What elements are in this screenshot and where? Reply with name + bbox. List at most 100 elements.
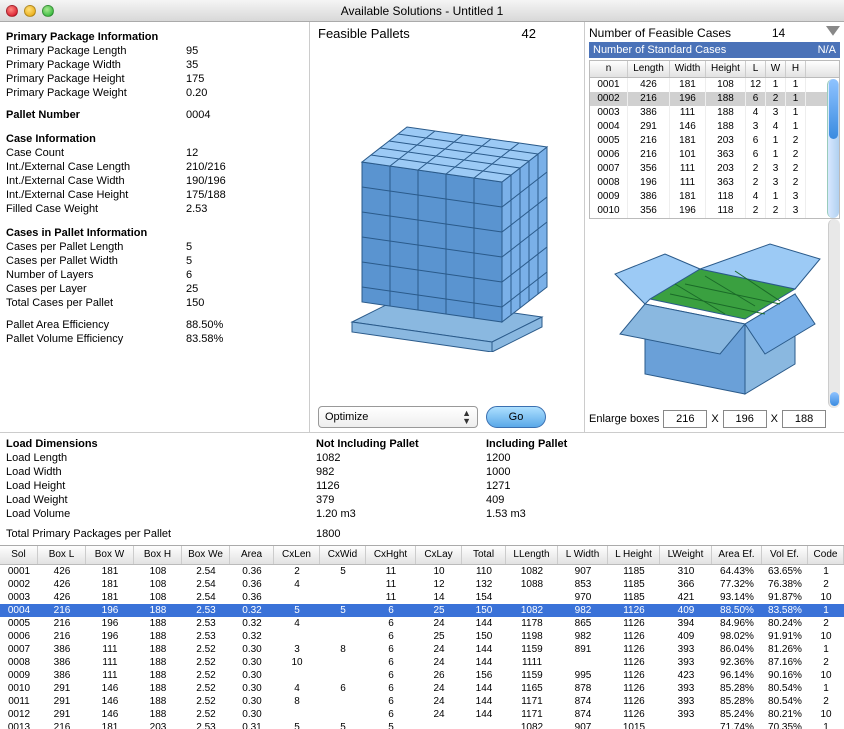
cell: 0002 [590, 92, 628, 106]
cell: 1 [808, 604, 844, 617]
cell: 2 [808, 695, 844, 708]
solutions-table-row[interactable]: 00024261811082.540.364111213210888531185… [0, 578, 844, 591]
cell: 5 [320, 721, 366, 729]
cell [320, 591, 366, 604]
feasible-pallets-value: 42 [522, 26, 576, 41]
cell: 3 [274, 643, 320, 656]
col-lheight[interactable]: L Height [608, 546, 660, 564]
case-table-row[interactable]: 0010356196118223 [590, 204, 839, 218]
solutions-table-row[interactable]: 00102911461882.520.304662414411658781126… [0, 682, 844, 695]
col-w[interactable]: W [766, 61, 786, 77]
value: 83.58% [186, 332, 223, 346]
optimize-select[interactable]: Optimize ▲▼ [318, 406, 478, 428]
cell: 6 [366, 695, 416, 708]
col-llength[interactable]: LLength [506, 546, 558, 564]
solutions-table-row[interactable]: 00112911461882.520.308624144117187411263… [0, 695, 844, 708]
col-boxw[interactable]: Box W [86, 546, 134, 564]
cell: 10 [808, 591, 844, 604]
col-boxwe[interactable]: Box We [182, 546, 230, 564]
cell: 6 [746, 148, 766, 162]
col-sol[interactable]: Sol [0, 546, 38, 564]
col-cxhght[interactable]: CxHght [366, 546, 416, 564]
col-l[interactable]: L [746, 61, 766, 77]
col-cxwid[interactable]: CxWid [320, 546, 366, 564]
col-cxlen[interactable]: CxLen [274, 546, 320, 564]
case-table-row[interactable]: 0003386111188431 [590, 106, 839, 120]
col-areaef[interactable]: Area Ef. [712, 546, 762, 564]
case-table-row[interactable]: 00014261811081211 [590, 78, 839, 92]
enlarge-length-input[interactable] [663, 410, 707, 428]
col-length[interactable]: Length [628, 61, 670, 77]
solutions-table-row[interactable]: 00083861111882.520.301062414411111126393… [0, 656, 844, 669]
col-boxh[interactable]: Box H [134, 546, 182, 564]
cell: 0.36 [230, 565, 274, 578]
cell: 196 [670, 204, 706, 218]
cell: 0.30 [230, 643, 274, 656]
col-height[interactable]: Height [706, 61, 746, 77]
col-n[interactable]: n [590, 61, 628, 77]
cell: 1185 [608, 565, 660, 578]
case-table-row[interactable]: 0005216181203612 [590, 134, 839, 148]
cell: 108 [134, 591, 182, 604]
cell [558, 656, 608, 669]
solutions-table-row[interactable]: 00073861111882.520.303862414411598911126… [0, 643, 844, 656]
scrollbar-thumb[interactable] [830, 392, 839, 406]
cell: 96.14% [712, 669, 762, 682]
cell: 291 [38, 682, 86, 695]
cell: 1159 [506, 669, 558, 682]
solutions-table-row[interactable]: 00034261811082.540.361114154970118542193… [0, 591, 844, 604]
cell: 1171 [506, 708, 558, 721]
case-table-row[interactable]: 0008196111363232 [590, 176, 839, 190]
label: Cases per Layer [6, 282, 186, 296]
cell: 1126 [608, 708, 660, 721]
cell: 2 [274, 565, 320, 578]
pallet-3d-view[interactable] [318, 41, 576, 402]
box-3d-view[interactable] [589, 219, 840, 408]
case-table-row[interactable]: 0002216196188621 [590, 92, 839, 106]
solutions-table[interactable]: Sol Box L Box W Box H Box We Area CxLen … [0, 545, 844, 729]
col-total[interactable]: Total [462, 546, 506, 564]
center-pane: Feasible Pallets 42 [310, 22, 584, 432]
col-volef[interactable]: Vol Ef. [762, 546, 808, 564]
case-table-row[interactable]: 0004291146188341 [590, 120, 839, 134]
solutions-table-row[interactable]: 00062161961882.530.326251501198982112640… [0, 630, 844, 643]
solutions-table-row[interactable]: 00052161961882.530.324624144117886511263… [0, 617, 844, 630]
col-width[interactable]: Width [670, 61, 706, 77]
case-table[interactable]: n Length Width Height L W H 000142618110… [589, 60, 840, 219]
cell: 393 [660, 643, 712, 656]
case-table-row[interactable]: 0006216101363612 [590, 148, 839, 162]
enlarge-height-input[interactable] [782, 410, 826, 428]
col-lwidth[interactable]: L Width [558, 546, 608, 564]
cell: 132 [462, 578, 506, 591]
label: Pallet Volume Efficiency [6, 332, 186, 346]
col-cxlay[interactable]: CxLay [416, 546, 462, 564]
case-table-row[interactable]: 0007356111203232 [590, 162, 839, 176]
enlarge-width-input[interactable] [723, 410, 767, 428]
col-boxl[interactable]: Box L [38, 546, 86, 564]
cell: 181 [86, 721, 134, 729]
cell: 2 [808, 617, 844, 630]
solutions-table-row[interactable]: 00014261811082.540.362511101101082907118… [0, 565, 844, 578]
col-area[interactable]: Area [230, 546, 274, 564]
cell: 2.52 [182, 695, 230, 708]
cell: 188 [134, 656, 182, 669]
cell: 1111 [506, 656, 558, 669]
scrollbar-thumb[interactable] [829, 79, 838, 139]
cell: 2 [766, 204, 786, 218]
solutions-table-row[interactable]: 00132161812032.530.315551082907101571.74… [0, 721, 844, 729]
chevron-down-icon[interactable] [826, 26, 840, 40]
load-value-nip: 1082 [316, 451, 486, 465]
cell: 1 [786, 106, 806, 120]
solutions-table-row[interactable]: 00042161961882.530.325562515010829821126… [0, 604, 844, 617]
solutions-table-row[interactable]: 00122911461882.520.306241441171874112639… [0, 708, 844, 721]
cell: 386 [38, 669, 86, 682]
go-button[interactable]: Go [486, 406, 546, 428]
box-view-scrollbar[interactable] [828, 219, 840, 408]
cell: 90.16% [762, 669, 808, 682]
solutions-table-row[interactable]: 00093861111882.520.306261561159995112642… [0, 669, 844, 682]
case-table-scrollbar[interactable] [827, 79, 839, 218]
case-table-row[interactable]: 0009386181118413 [590, 190, 839, 204]
col-h[interactable]: H [786, 61, 806, 77]
col-lweight[interactable]: LWeight [660, 546, 712, 564]
col-code[interactable]: Code [808, 546, 844, 564]
